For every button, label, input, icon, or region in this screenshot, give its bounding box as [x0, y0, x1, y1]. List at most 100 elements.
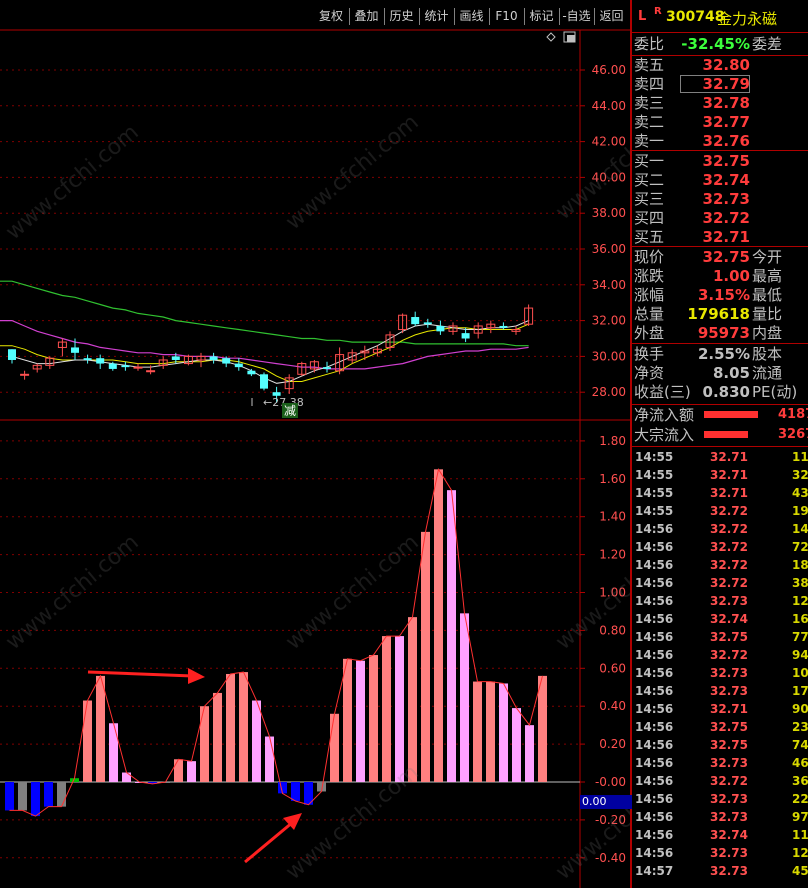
tick-row: 14:56 32.74 16: [632, 610, 808, 628]
candle-body: [96, 358, 105, 364]
indicator-bar: [122, 772, 131, 782]
tick-price: 32.75: [710, 720, 748, 734]
tick-time: 14:56: [635, 612, 674, 626]
fund-row-label2: 流通: [752, 364, 783, 382]
tick-time: 14:56: [635, 522, 674, 536]
tick-price: 32.72: [710, 576, 748, 590]
ask-row: 卖二 32.77: [632, 113, 808, 131]
stat-row-label: 现价: [634, 248, 665, 266]
tick-row: 14:56 32.75 77: [632, 628, 808, 646]
fund-row-label2: PE(动): [752, 383, 798, 401]
tick-time: 14:56: [635, 666, 674, 680]
bid-row: 买五 32.71: [632, 228, 808, 246]
tick-price: 32.73: [710, 684, 748, 698]
stat-row-value: 1.00: [712, 267, 750, 285]
tick-price: 32.72: [710, 648, 748, 662]
toolbar-button-draw[interactable]: 画线: [455, 7, 488, 26]
indicator-bar: [265, 736, 274, 782]
ask-row-value: 32.76: [702, 132, 750, 150]
tick-time: 14:56: [635, 738, 674, 752]
toolbar-button-history[interactable]: 历史: [385, 7, 418, 26]
bid-row: 买二 32.74: [632, 171, 808, 189]
ma-line-white: [11, 320, 529, 384]
tick-time: 14:56: [635, 540, 674, 554]
tick-volume: 38: [792, 576, 808, 590]
candle-body: [171, 356, 180, 360]
flow-bar: [704, 411, 758, 418]
tick-row: 14:56 32.72 94: [632, 646, 808, 664]
fund-row-label2: 股本: [752, 345, 783, 363]
diamond-icon[interactable]: [546, 32, 556, 42]
candle-body: [260, 374, 268, 389]
ask-row-value: 32.80: [702, 56, 750, 74]
tick-price: 32.71: [710, 468, 748, 482]
indicator-bar: [174, 759, 183, 782]
indicator-tick-label: 0.60: [599, 661, 626, 675]
tick-volume: 97: [792, 810, 808, 824]
indicator-bar: [239, 672, 248, 782]
stat-row-label: 涨幅: [634, 286, 665, 304]
ask-row-label: 卖一: [634, 132, 665, 150]
candle-body: [133, 366, 143, 369]
tick-time: 14:56: [635, 648, 674, 662]
tick-row: 14:56 32.73 97: [632, 808, 808, 826]
toolbar-button-f10[interactable]: F10: [490, 7, 523, 26]
toolbar-button-mark[interactable]: 标记: [525, 7, 558, 26]
stat-row-label: 涨跌: [634, 267, 665, 285]
chart-corner-icons[interactable]: [546, 31, 576, 43]
tick-row: 14:56 32.73 103: [632, 664, 808, 682]
candle-body: [8, 349, 16, 360]
indicator-bar: [421, 531, 430, 782]
price-tick-label: 30.00: [592, 349, 626, 363]
candle-body: [411, 317, 420, 325]
indicator-bar: [486, 681, 495, 782]
tick-row: 14:56 32.73 17: [632, 682, 808, 700]
toolbar-button-back[interactable]: 返回: [595, 7, 628, 26]
indicator-bar: [369, 655, 378, 782]
indicator-tick-label: 0.20: [599, 737, 626, 751]
tick-time: 14:56: [635, 846, 674, 860]
bid-row-value: 32.74: [702, 171, 750, 189]
indicator-bar: [31, 782, 40, 817]
moving-average-lines: [0, 280, 529, 384]
toolbar-button-stats[interactable]: 统计: [420, 7, 453, 26]
tick-time: 14:56: [635, 774, 674, 788]
tick-row: 14:55 32.71 111: [632, 448, 808, 466]
candle-body: [108, 363, 117, 369]
tick-price: 32.74: [710, 612, 748, 626]
candle-body: [222, 358, 231, 364]
price-tick-label: 36.00: [592, 242, 626, 256]
tick-time: 14:55: [635, 486, 674, 500]
tick-volume: 23: [792, 720, 808, 734]
tick-volume: 188: [792, 558, 808, 572]
flow-value: 4187: [778, 407, 808, 422]
stat-row: 涨幅 3.15% 最低: [632, 286, 808, 304]
chart-area[interactable]: 46.0044.0042.0040.0038.0036.0034.0032.00…: [0, 0, 630, 888]
fund-row: 净资 8.05 流通: [632, 364, 808, 382]
tick-price: 32.72: [710, 540, 748, 554]
indicator-bar: [525, 725, 534, 782]
price-tick-label: 34.00: [592, 278, 626, 292]
stat-row: 涨跌 1.00 最高: [632, 267, 808, 285]
indicator-bar: [382, 636, 391, 782]
arrow-annotation-top: [87, 670, 194, 678]
ask-row-label: 卖二: [634, 113, 665, 131]
toolbar-button-overlay[interactable]: 叠加: [350, 7, 383, 26]
indicator-bar: [499, 683, 508, 782]
indicator-tick-label: 0.80: [599, 623, 626, 637]
indicator-bar: [187, 761, 196, 782]
toolbar-button-fuquan[interactable]: 复权: [314, 7, 348, 26]
weicha-label: 委差: [752, 35, 783, 53]
candle-body: [209, 356, 218, 360]
fund-row: 换手 2.55% 股本: [632, 345, 808, 363]
indicator-bar: [252, 700, 261, 782]
tick-time: 14:55: [635, 450, 674, 464]
tick-time: 14:56: [635, 594, 674, 608]
price-tick-label: 46.00: [592, 63, 626, 77]
fund-row-value: 8.05: [712, 364, 750, 382]
toolbar-button-watchlist[interactable]: -自选: [560, 7, 593, 26]
stat-row-label2: 最低: [752, 286, 783, 304]
tick-volume: 19: [792, 504, 808, 518]
tick-row: 14:56 32.72 188: [632, 556, 808, 574]
stat-row-label2: 今开: [752, 248, 783, 266]
